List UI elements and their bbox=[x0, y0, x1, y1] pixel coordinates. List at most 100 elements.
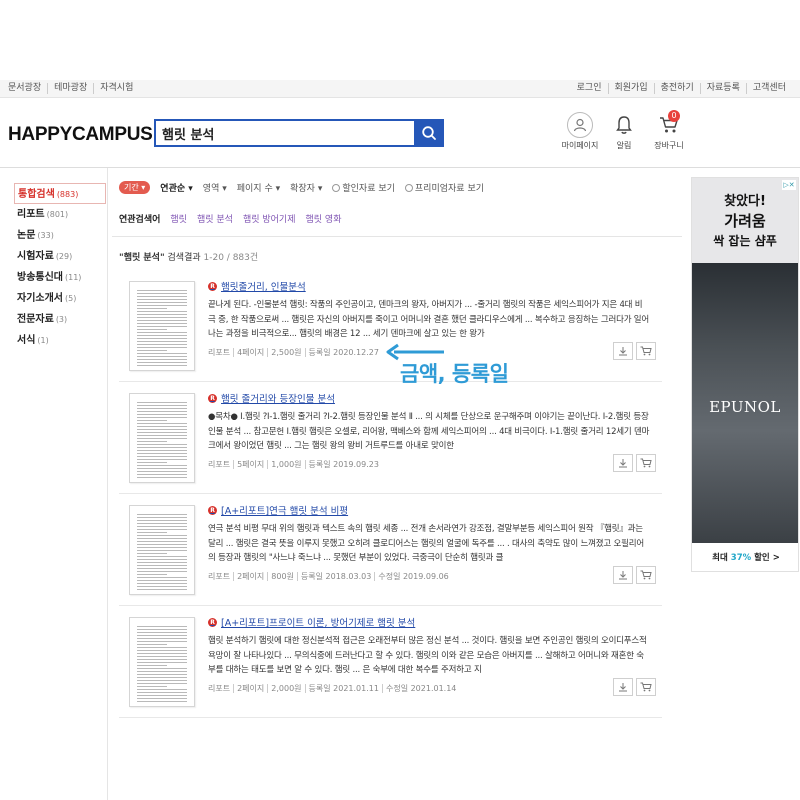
area-filter[interactable]: 영역 ▾ bbox=[203, 181, 227, 194]
sidebar-item-self-intro[interactable]: 자기소개서 (5) bbox=[14, 288, 106, 309]
cart-icon bbox=[640, 570, 652, 580]
thumbnail-text-line bbox=[137, 532, 167, 533]
discount-checkbox[interactable]: 할인자료 보기 bbox=[332, 181, 395, 194]
thumbnail-text-line bbox=[137, 347, 187, 348]
thumbnail-text-line bbox=[137, 650, 187, 651]
extension-filter[interactable]: 확장자 ▾ bbox=[290, 181, 322, 194]
mypage-button[interactable]: 마이페이지 bbox=[556, 112, 604, 151]
result-title-link[interactable]: R [A+리포트]프로이트 이론, 방어기제로 햄릿 분석 bbox=[208, 615, 638, 629]
thumbnail-text-line bbox=[137, 701, 187, 702]
add-to-cart-button[interactable] bbox=[636, 566, 656, 584]
result-snippet: 햄릿 분석하기 햄릿에 대한 정신분석적 접근은 오래전부터 많은 정신 분석 … bbox=[208, 636, 647, 675]
thumbnail-text-line bbox=[137, 692, 187, 693]
download-button[interactable] bbox=[613, 342, 633, 360]
header: HAPPYCAMPUS! 마이페이지 알림 bbox=[0, 98, 800, 168]
thumbnail-text-line bbox=[137, 674, 187, 675]
thumbnail-text-line bbox=[137, 538, 187, 539]
thumbnail-text-line bbox=[137, 695, 187, 696]
period-filter[interactable]: 기간 ▾ bbox=[119, 180, 151, 194]
ad-headline-3: 싹 잡는 샴푸 bbox=[713, 234, 777, 248]
result-title-link[interactable]: R 햄릿줄거리, 인물분석 bbox=[208, 279, 638, 293]
thumbnail-text-line bbox=[137, 429, 187, 430]
related-word[interactable]: 햄릿 bbox=[170, 212, 187, 228]
sidebar-item-professional[interactable]: 전문자료 (3) bbox=[14, 309, 106, 330]
alarm-button[interactable]: 알림 bbox=[612, 112, 636, 151]
thumbnail-text-line bbox=[137, 408, 187, 409]
result-title-link[interactable]: R 햄릿 줄거리와 등장인물 분석 bbox=[208, 391, 638, 405]
document-thumbnail[interactable] bbox=[129, 393, 195, 483]
result-snippet: 연극 분석 비평 무대 위의 햄릿과 텍스트 속의 햄릿 세종 ... 전개 손… bbox=[208, 524, 644, 563]
document-thumbnail[interactable] bbox=[129, 505, 195, 595]
signup-link[interactable]: 회원가입 bbox=[607, 83, 654, 94]
thumbnail-text-line bbox=[137, 426, 187, 427]
page-count-filter[interactable]: 페이지 수 ▾ bbox=[237, 181, 280, 194]
login-link[interactable]: 로그인 bbox=[577, 83, 608, 94]
check-circle-icon bbox=[404, 183, 413, 192]
cart-icon bbox=[640, 458, 652, 468]
thumbnail-text-line bbox=[137, 583, 187, 584]
upload-link[interactable]: 자료등록 bbox=[699, 83, 746, 94]
charge-link[interactable]: 충전하기 bbox=[653, 83, 700, 94]
customer-center-link[interactable]: 고객센터 bbox=[745, 83, 792, 94]
sort-relevance[interactable]: 연관순 ▾ bbox=[160, 181, 193, 194]
search-box bbox=[154, 119, 416, 147]
related-word[interactable]: 햄릿 방어기제 bbox=[243, 212, 296, 228]
thumbnail-text-line bbox=[137, 365, 187, 366]
thumbnail-text-line bbox=[137, 680, 187, 681]
download-icon bbox=[619, 459, 627, 468]
thumbnail-text-line bbox=[137, 659, 187, 660]
add-to-cart-button[interactable] bbox=[636, 342, 656, 360]
cart-button[interactable]: 0 장바구니 bbox=[652, 110, 686, 151]
thumbnail-text-line bbox=[137, 465, 187, 466]
result-snippet: 끝나게 된다. -인물분석 햄릿: 작품의 주인공이고, 덴마크의 왕자, 아버… bbox=[208, 300, 650, 339]
thumbnail-text-line bbox=[137, 417, 187, 418]
thumbnail-text-line bbox=[137, 305, 187, 306]
download-button[interactable] bbox=[613, 678, 633, 696]
thumbnail-text-line bbox=[137, 338, 187, 339]
sidebar-item-broadcast-univ[interactable]: 방송통신대 (11) bbox=[14, 267, 106, 288]
sidebar-item-thesis[interactable]: 논문 (33) bbox=[14, 225, 106, 246]
document-thumbnail[interactable] bbox=[129, 617, 195, 707]
thumbnail-text-line bbox=[137, 405, 187, 406]
cart-label: 장바구니 bbox=[654, 141, 684, 150]
sidebar-item-form[interactable]: 서식 (1) bbox=[14, 330, 106, 351]
thumbnail-text-line bbox=[137, 656, 187, 657]
add-to-cart-button[interactable] bbox=[636, 678, 656, 696]
advertisement-banner[interactable]: ▷✕ 찾았다! 가려움 싹 잡는 샴푸 EPUNOL 최대 37% 할인 > bbox=[691, 177, 799, 572]
report-icon: R bbox=[208, 505, 217, 515]
thumbnail-text-line bbox=[137, 444, 187, 445]
result-item: R [A+리포트]연극 햄릿 분석 비평 연극 분석 비평 무대 위의 햄릿과 텍… bbox=[119, 503, 662, 598]
ad-info-icon[interactable]: ▷✕ bbox=[782, 180, 796, 190]
sidebar-item-exam[interactable]: 시험자료 (29) bbox=[14, 246, 106, 267]
filter-bar: 기간 ▾ 연관순 ▾ 영역 ▾ 페이지 수 ▾ 확장자 ▾ 할인자료 보기 프리… bbox=[119, 178, 679, 196]
search-button[interactable] bbox=[414, 119, 444, 147]
add-to-cart-button[interactable] bbox=[636, 454, 656, 472]
sidebar-item-report[interactable]: 리포트 (801) bbox=[14, 204, 106, 225]
thumbnail-text-line bbox=[137, 556, 187, 557]
item-divider bbox=[119, 381, 662, 382]
result-title-link[interactable]: R [A+리포트]연극 햄릿 분석 비평 bbox=[208, 503, 638, 517]
download-button[interactable] bbox=[613, 566, 633, 584]
thumbnail-text-line bbox=[137, 644, 167, 645]
download-button[interactable] bbox=[613, 454, 633, 472]
item-divider bbox=[119, 717, 662, 718]
thumbnail-text-line bbox=[137, 353, 187, 354]
search-input[interactable] bbox=[156, 121, 396, 145]
nav-link-theme-square[interactable]: 테마광장 bbox=[47, 83, 93, 94]
document-thumbnail[interactable] bbox=[129, 281, 195, 371]
nav-link-exam[interactable]: 자격시험 bbox=[93, 83, 139, 94]
thumbnail-text-line bbox=[137, 626, 187, 627]
sidebar-item-all[interactable]: 통합검색 (883) bbox=[14, 183, 106, 204]
thumbnail-text-line bbox=[137, 335, 187, 336]
premium-checkbox[interactable]: 프리미엄자료 보기 bbox=[404, 181, 484, 194]
related-word[interactable]: 햄릿 분석 bbox=[197, 212, 233, 228]
thumbnail-text-line bbox=[137, 323, 187, 324]
result-snippet: ●목차● Ⅰ.햄릿 ?Ⅰ-1.햄릿 줄거리 ?Ⅰ-2.햄릿 등장인물 분석 Ⅱ … bbox=[208, 412, 650, 451]
thumbnail-text-line bbox=[137, 329, 167, 330]
site-logo[interactable]: HAPPYCAMPUS! bbox=[8, 120, 161, 146]
related-word[interactable]: 햄릿 영화 bbox=[306, 212, 342, 228]
thumbnail-text-line bbox=[137, 432, 187, 433]
thumbnail-text-line bbox=[137, 296, 187, 297]
nav-link-doc-square[interactable]: 문서광장 bbox=[8, 83, 47, 94]
bell-icon bbox=[616, 116, 632, 134]
